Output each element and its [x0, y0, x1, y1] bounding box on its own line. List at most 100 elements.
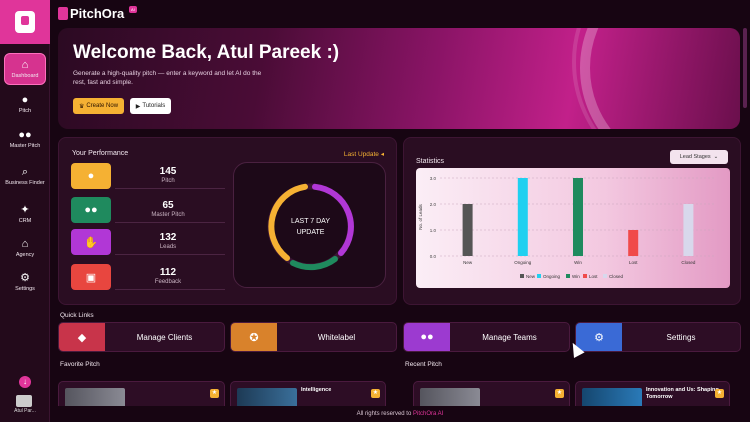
y-tick-label: 1.0	[430, 228, 437, 233]
legend-label: Lost	[589, 274, 598, 279]
create-now-button[interactable]: ♛ Create Now	[73, 98, 124, 114]
sidebar-item-master-pitch[interactable]: ●● Master Pitch	[4, 123, 46, 155]
create-now-label: Create Now	[86, 103, 119, 109]
footer-brand-link[interactable]: PitchOra AI	[413, 411, 443, 417]
tutorials-label: Tutorials	[142, 103, 166, 109]
whitelabel-button[interactable]: ✪ Whitelabel	[230, 322, 397, 352]
ai-badge: AI	[129, 6, 137, 13]
welcome-banner: Welcome Back, Atul Pareek :) Generate a …	[58, 28, 740, 129]
hero-subtitle: Generate a high-quality pitch — enter a …	[73, 70, 262, 86]
recent-pitch-title: Recent Pitch	[405, 361, 442, 368]
sidebar-item-label: CRM	[18, 218, 32, 224]
building-icon: ⌂	[21, 238, 29, 250]
stat-feedback[interactable]: ▣ 112 Feedback	[71, 264, 225, 290]
handshake-icon: ✋	[71, 229, 111, 255]
divider	[115, 254, 225, 255]
legend-label: Ongoing	[543, 274, 561, 279]
statistics-title: Statistics	[416, 158, 445, 165]
y-tick-label: 2.0	[430, 202, 437, 207]
gear-icon: ⚙	[20, 272, 30, 284]
play-icon: ▶	[135, 103, 141, 110]
legend-label: Closed	[609, 274, 624, 279]
stat-label: Pitch	[161, 178, 175, 184]
sidebar-item-label: Master Pitch	[9, 143, 41, 149]
chart-area: 0.0 1.0 2.0 3.0 No. of Leads New Ongoing Win Los…	[416, 168, 730, 288]
x-tick-label: New	[463, 260, 473, 265]
star-icon[interactable]: ★	[210, 389, 219, 398]
sidebar-item-label: Pitch	[18, 108, 32, 114]
weekly-update-card: LAST 7 DAY UPDATE	[233, 162, 386, 288]
quick-link-label: Settings	[666, 333, 696, 342]
statistics-panel: Statistics Lead Stages ⌄ 0.0 1.0 2.0 3.0 No.…	[403, 137, 741, 305]
avatar[interactable]	[16, 395, 32, 407]
x-tick-label: Ongoing	[514, 260, 532, 265]
y-tick-label: 3.0	[430, 176, 437, 181]
stat-leads[interactable]: ✋ 132 Leads	[71, 229, 225, 255]
y-axis-label: No. of Leads	[418, 203, 423, 229]
divider	[115, 188, 225, 189]
stat-value: 132	[159, 232, 177, 243]
divider	[115, 289, 225, 290]
manage-teams-button[interactable]: ●● Manage Teams	[403, 322, 570, 352]
ring-caption: LAST 7 DAY UPDATE	[234, 216, 387, 238]
sidebar-item-agency[interactable]: ⌂ Agency	[4, 232, 46, 264]
legend-swatch	[603, 274, 607, 278]
logo-icon	[15, 11, 35, 33]
quick-links-title: Quick Links	[60, 312, 94, 319]
stat-pitch[interactable]: ● 145 Pitch	[71, 163, 225, 189]
star-icon[interactable]: ★	[715, 389, 724, 398]
bar-lost	[628, 230, 639, 256]
clients-icon: ◆	[59, 323, 105, 351]
last-update-label: Last Update	[343, 151, 379, 158]
legend-swatch	[566, 274, 570, 278]
stat-master-pitch[interactable]: ●● 65 Master Pitch	[71, 197, 225, 223]
x-tick-label: Win	[574, 260, 582, 265]
tutorials-button[interactable]: ▶ Tutorials	[130, 98, 171, 114]
performance-panel: Your Performance Last Update ◂ ● 145 Pit…	[58, 137, 397, 305]
lead-stages-dropdown[interactable]: Lead Stages ⌄	[670, 150, 728, 164]
sidebar-item-settings[interactable]: ⚙ Settings	[4, 266, 46, 298]
star-icon[interactable]: ★	[555, 389, 564, 398]
scrollbar[interactable]	[743, 28, 747, 108]
manage-clients-button[interactable]: ◆ Manage Clients	[58, 322, 225, 352]
user-icon: ●	[21, 94, 29, 106]
x-tick-label: Lost	[629, 260, 638, 265]
users-icon: ●●	[18, 129, 32, 141]
chevron-down-icon: ⌄	[713, 154, 719, 160]
sidebar-item-label: Dashboard	[11, 73, 39, 79]
star-icon[interactable]: ★	[371, 389, 380, 398]
feedback-icon: ▣	[71, 264, 111, 290]
divider	[115, 222, 225, 223]
x-tick-label: Closed	[681, 260, 696, 265]
sidebar-item-label: Business Finder	[5, 180, 45, 186]
stat-label: Feedback	[154, 279, 182, 285]
caret-left-icon: ◂	[380, 151, 384, 158]
app-logo[interactable]	[0, 0, 50, 44]
dropdown-value: Lead Stages	[679, 154, 711, 160]
sidebar-item-crm[interactable]: ✦ CRM	[4, 198, 46, 230]
legend-swatch	[583, 274, 587, 278]
stat-value: 112	[159, 267, 177, 278]
sidebar-item-business-finder[interactable]: ⌕ Business Finder	[4, 160, 46, 192]
quick-link-label: Whitelabel	[317, 333, 356, 342]
search-icon: ⌕	[21, 166, 29, 178]
sidebar-item-pitch[interactable]: ● Pitch	[4, 88, 46, 120]
legend-swatch	[537, 274, 541, 278]
page-title: Welcome Back, Atul Pareek :)	[73, 42, 340, 63]
crm-icon: ✦	[20, 204, 30, 216]
last-update-link[interactable]: Last Update ◂	[344, 150, 384, 158]
sidebar-item-dashboard[interactable]: ⌂ Dashboard	[4, 53, 46, 85]
sidebar-item-label: Agency	[15, 252, 35, 258]
brand-icon	[58, 7, 68, 20]
settings-button[interactable]: ⚙ Settings	[575, 322, 741, 352]
users-icon: ●●	[71, 197, 111, 223]
user-name: Atul Par...	[14, 408, 36, 414]
performance-title: Your Performance	[72, 150, 129, 157]
stat-label: Master Pitch	[151, 212, 185, 218]
sidebar-item-label: Settings	[15, 286, 35, 292]
teams-icon: ●●	[404, 323, 450, 351]
download-icon[interactable]: ↓	[19, 376, 31, 388]
brand-name: PitchOra	[70, 6, 125, 21]
stat-value: 65	[162, 200, 174, 211]
gear-icon: ⚙	[576, 323, 622, 351]
